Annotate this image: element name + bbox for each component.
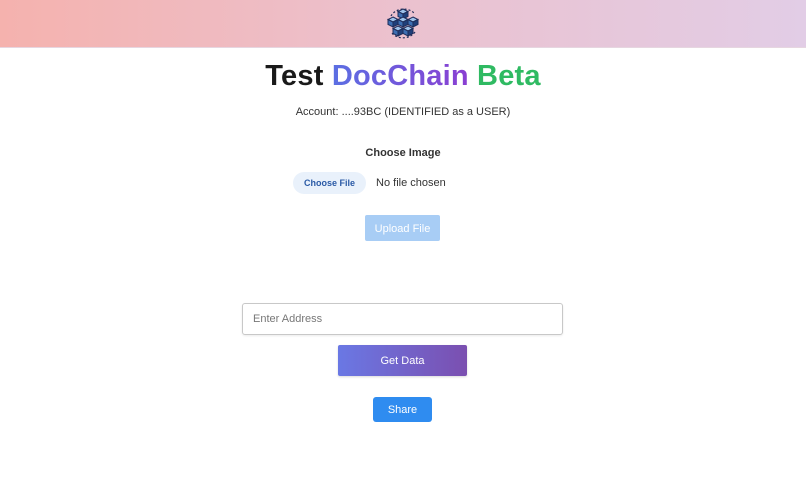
choose-image-label: Choose Image (365, 147, 441, 159)
address-input[interactable] (242, 303, 563, 335)
file-status-text: No file chosen (376, 177, 446, 189)
top-header-bar (0, 0, 806, 48)
title-test: Test (265, 60, 324, 92)
file-input[interactable]: Choose File No file chosen (293, 172, 446, 194)
page-title: Test DocChain Beta (0, 60, 806, 93)
share-button[interactable]: Share (373, 397, 432, 422)
get-data-button[interactable]: Get Data (338, 345, 467, 376)
blockchain-cubes-icon[interactable] (385, 6, 421, 40)
title-docchain: DocChain (331, 60, 469, 92)
account-info: Account: ....93BC (IDENTIFIED as a USER) (295, 106, 511, 118)
choose-file-button[interactable]: Choose File (293, 172, 367, 194)
upload-file-button[interactable]: Upload File (365, 215, 440, 241)
title-beta: Beta (477, 60, 541, 92)
